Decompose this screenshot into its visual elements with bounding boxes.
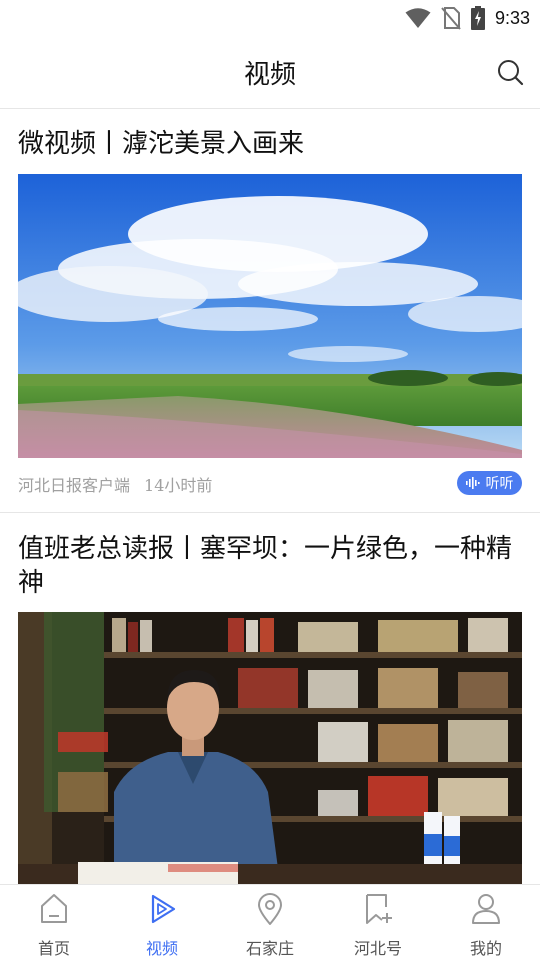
tab-label: 石家庄 xyxy=(245,939,294,958)
article-divider xyxy=(0,512,540,513)
location-pin-icon xyxy=(258,893,282,925)
tab-profile[interactable]: 我的 xyxy=(432,885,540,961)
tab-video[interactable]: 视频 xyxy=(108,885,216,961)
article-time: 14小时前 xyxy=(144,476,213,495)
tab-label: 河北号 xyxy=(353,939,402,958)
article-title[interactable]: 微视频丨滹沱美景入画来 xyxy=(18,127,524,161)
tab-home[interactable]: 首页 xyxy=(0,885,108,961)
user-icon xyxy=(472,894,500,924)
landscape-image xyxy=(18,174,522,458)
status-time: 9:33 xyxy=(494,7,530,28)
article-meta: 河北日报客户端 14小时前 xyxy=(18,472,212,496)
tab-label: 视频 xyxy=(145,939,178,958)
article-title[interactable]: 值班老总读报丨塞罕坝：一片绿色，一种精神 xyxy=(18,532,524,600)
play-icon xyxy=(151,894,176,924)
audio-wave-icon xyxy=(465,477,480,489)
listen-label: 听听 xyxy=(485,476,514,492)
no-sim-icon xyxy=(441,7,461,30)
wifi-icon xyxy=(405,8,431,28)
bookmark-add-icon xyxy=(366,894,392,924)
bottom-tab-bar: 首页 视频 石家庄 河北号 我的 xyxy=(0,884,540,961)
article-source: 河北日报客户端 xyxy=(18,476,131,495)
listen-button[interactable]: 听听 xyxy=(457,471,522,495)
page-title: 视频 xyxy=(243,60,296,90)
status-bar: 9:33 xyxy=(0,0,540,36)
app-header: 视频 xyxy=(0,36,540,109)
tab-label: 我的 xyxy=(469,939,502,958)
tab-shijiazhuang[interactable]: 石家庄 xyxy=(216,885,324,961)
article-thumbnail[interactable] xyxy=(18,174,522,458)
article-thumbnail[interactable] xyxy=(18,612,522,884)
tab-hebeihao[interactable]: 河北号 xyxy=(324,885,432,961)
battery-charging-icon xyxy=(470,6,485,30)
home-icon xyxy=(41,894,67,923)
search-icon[interactable] xyxy=(496,58,524,86)
presenter-image xyxy=(18,612,522,884)
tab-label: 首页 xyxy=(37,939,70,958)
